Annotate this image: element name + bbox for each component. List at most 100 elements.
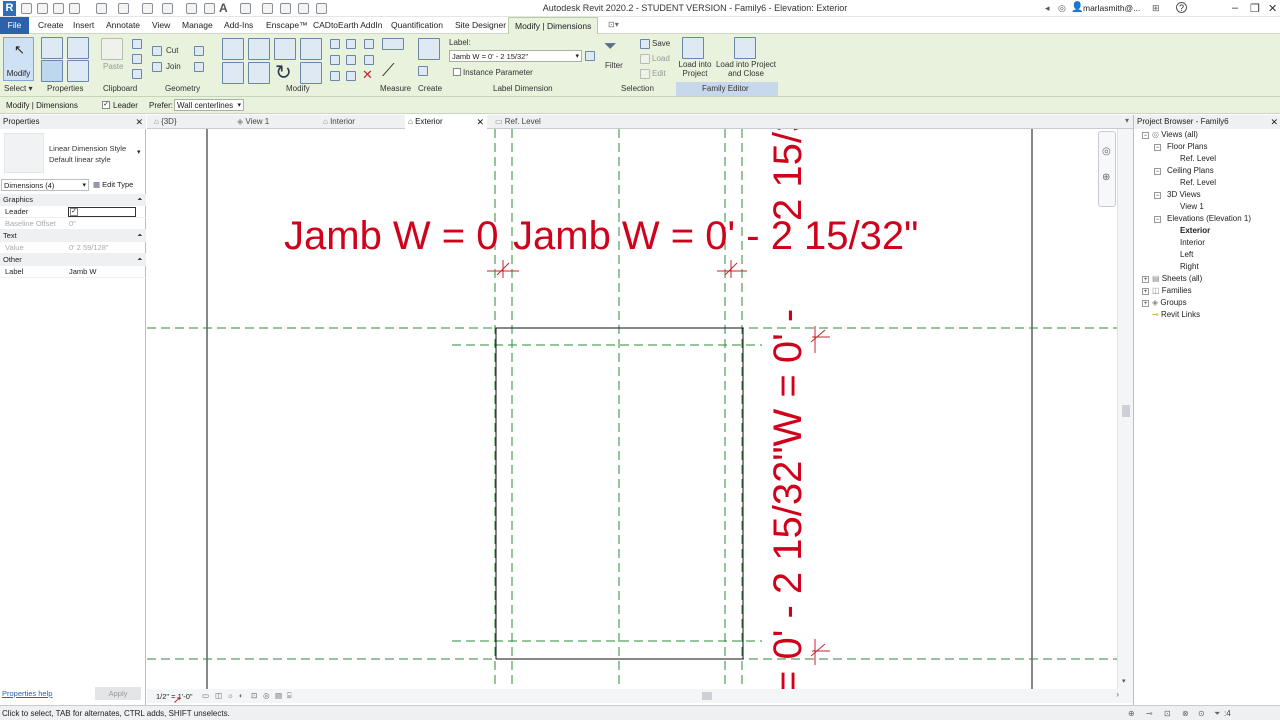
family-parameters-icon[interactable] xyxy=(585,51,595,61)
edit-selection-label[interactable]: Edit xyxy=(652,69,666,78)
drawing-canvas[interactable]: Jamb W = 0 Jamb W = 0' - 2 15/32" 2 15/3… xyxy=(147,129,1117,689)
binoculars-icon[interactable]: ◎ xyxy=(1058,3,1066,14)
join-label[interactable]: Join xyxy=(166,62,181,71)
align-icon[interactable] xyxy=(222,38,244,60)
leader-prop-field[interactable]: ✓ xyxy=(68,207,136,217)
collapse-icon[interactable]: − xyxy=(1154,192,1161,199)
select-links-icon[interactable]: ⊸ xyxy=(1146,706,1153,721)
scroll-right-icon[interactable]: › xyxy=(1116,690,1119,699)
tree-left[interactable]: Left xyxy=(1180,250,1193,259)
tree-interior[interactable]: Interior xyxy=(1180,238,1205,247)
tree-groups[interactable]: ◈ Groups xyxy=(1152,298,1187,307)
paste-label[interactable]: Paste xyxy=(103,62,123,71)
cut-label[interactable]: Cut xyxy=(166,46,178,55)
group-graphics[interactable]: Graphics ⏶ xyxy=(0,194,146,206)
chevron-down-icon[interactable]: ▾ xyxy=(137,148,141,156)
select-by-face-icon[interactable]: ⊙ xyxy=(1198,706,1205,721)
panel-select[interactable]: Select ▾ xyxy=(4,84,32,93)
chevron-left-icon[interactable]: ◂ xyxy=(1045,3,1050,14)
unpin-icon[interactable] xyxy=(364,39,374,49)
mirror-draw-icon[interactable] xyxy=(300,38,322,60)
tree-floor-plans[interactable]: Floor Plans xyxy=(1167,142,1207,151)
split-gap-icon[interactable] xyxy=(346,39,356,49)
array-icon[interactable] xyxy=(330,55,340,65)
trim-multiple-icon[interactable] xyxy=(330,71,340,81)
visual-style-icon[interactable]: ◫ xyxy=(215,691,222,700)
create-similar-icon[interactable] xyxy=(418,38,440,60)
family-category-icon[interactable] xyxy=(67,60,89,82)
collapse-icon[interactable]: − xyxy=(1154,144,1161,151)
filter-icon[interactable]: ⏷ xyxy=(1214,706,1220,721)
paste-icon[interactable] xyxy=(101,38,123,60)
select-underlay-icon[interactable]: ⊡ xyxy=(1164,706,1171,721)
collapse-icon[interactable]: − xyxy=(1154,168,1161,175)
tab-modify-dimensions[interactable]: Modify | Dimensions xyxy=(508,17,599,35)
tab-quantification[interactable]: Quantification xyxy=(391,20,443,30)
close-browser-icon[interactable]: ✕ xyxy=(1270,115,1278,129)
tab-3d-view[interactable]: ⌂ {3D} xyxy=(149,115,231,129)
extend-icon[interactable] xyxy=(346,71,356,81)
horizontal-scroll-thumb[interactable] xyxy=(702,692,712,700)
wall-joins-icon[interactable] xyxy=(194,46,204,56)
tree-exterior[interactable]: Exterior xyxy=(1180,226,1210,235)
offset-icon[interactable] xyxy=(248,38,270,60)
prop-label-value[interactable]: Jamb W xyxy=(69,266,97,278)
prop-baseline-value[interactable]: 0" xyxy=(69,218,76,230)
type-selector[interactable]: Linear Dimension Style Default linear st… xyxy=(49,143,126,165)
leader-prop-checkbox[interactable]: ✓ xyxy=(70,208,78,216)
load-into-project-icon[interactable] xyxy=(682,37,704,59)
select-pinned-icon[interactable]: ⊗ xyxy=(1182,706,1189,721)
restore-icon[interactable]: ❐ xyxy=(1250,2,1260,15)
tree-sheets[interactable]: ▤ Sheets (all) xyxy=(1152,274,1202,283)
load-into-project-close-button[interactable]: Load into Project and Close xyxy=(714,60,778,78)
rotate-icon[interactable]: ↻ xyxy=(275,60,292,85)
analytical-icon[interactable]: ⌸ xyxy=(287,691,292,701)
group-text[interactable]: Text ⏶ xyxy=(0,230,146,242)
load-into-project-button[interactable]: Load into Project xyxy=(677,60,713,78)
modify-button[interactable]: ↖ Modify xyxy=(3,37,34,81)
match-type-icon[interactable] xyxy=(132,69,142,79)
zoom-icon[interactable]: ⊕ xyxy=(1102,172,1110,183)
tree-right[interactable]: Right xyxy=(1180,262,1199,271)
type-properties-icon[interactable] xyxy=(41,37,63,59)
collapse-icon[interactable]: − xyxy=(1142,132,1149,139)
tab-annotate[interactable]: Annotate xyxy=(106,20,140,30)
aligned-dimension-icon[interactable] xyxy=(382,38,404,50)
prop-value-value[interactable]: 0' 2 59/128" xyxy=(69,242,109,254)
scale-icon[interactable] xyxy=(346,55,356,65)
close-tab-icon[interactable]: ✕ xyxy=(476,115,484,129)
ribbon-toggle-icon[interactable]: ⊡▾ xyxy=(608,20,619,29)
tree-ceiling-plans[interactable]: Ceiling Plans xyxy=(1167,166,1214,175)
load-selection-label[interactable]: Load xyxy=(652,54,670,63)
help-icon[interactable]: ? xyxy=(1176,2,1187,13)
instance-parameter-checkbox[interactable] xyxy=(453,68,461,76)
shadows-icon[interactable]: ◐ xyxy=(239,691,244,700)
delete-icon[interactable]: ✕ xyxy=(362,67,373,83)
tab-cadtoearth[interactable]: CADtoEarth AddIn xyxy=(313,20,382,30)
cut-geometry-icon[interactable] xyxy=(132,39,142,49)
trim-icon[interactable] xyxy=(300,62,322,84)
crop-view-icon[interactable]: ⊡ xyxy=(251,691,257,700)
tab-view[interactable]: View xyxy=(152,20,170,30)
tab-exterior[interactable]: ⌂ Exterior ✕ xyxy=(405,115,487,129)
expand-icon[interactable]: + xyxy=(1142,276,1149,283)
save-selection-label[interactable]: Save xyxy=(652,39,670,48)
family-types-icon[interactable] xyxy=(67,37,89,59)
save-selection-icon[interactable] xyxy=(640,39,650,49)
label-dropdown[interactable]: Jamb W = 0' - 2 15/32" ▾ xyxy=(449,50,582,62)
apply-button[interactable]: Apply xyxy=(95,687,141,700)
tab-insert[interactable]: Insert xyxy=(73,20,94,30)
tab-manage[interactable]: Manage xyxy=(182,20,213,30)
sun-path-icon[interactable]: ☼ xyxy=(227,691,234,700)
close-window-icon[interactable]: ✕ xyxy=(1268,2,1277,15)
load-selection-icon[interactable] xyxy=(640,54,650,64)
tree-views-all[interactable]: ◎ Views (all) xyxy=(1152,130,1198,139)
detail-level-icon[interactable]: ▭ xyxy=(202,691,209,700)
create-group-icon[interactable] xyxy=(418,66,428,76)
worksharing-icon[interactable]: ⊕ xyxy=(1128,706,1135,721)
tab-menu-icon[interactable]: ▾ xyxy=(1125,116,1129,125)
measure-icon[interactable]: ⟋ xyxy=(382,60,404,82)
copy-icon[interactable] xyxy=(132,54,142,64)
tab-create[interactable]: Create xyxy=(38,20,64,30)
cut-icon[interactable] xyxy=(152,46,162,56)
